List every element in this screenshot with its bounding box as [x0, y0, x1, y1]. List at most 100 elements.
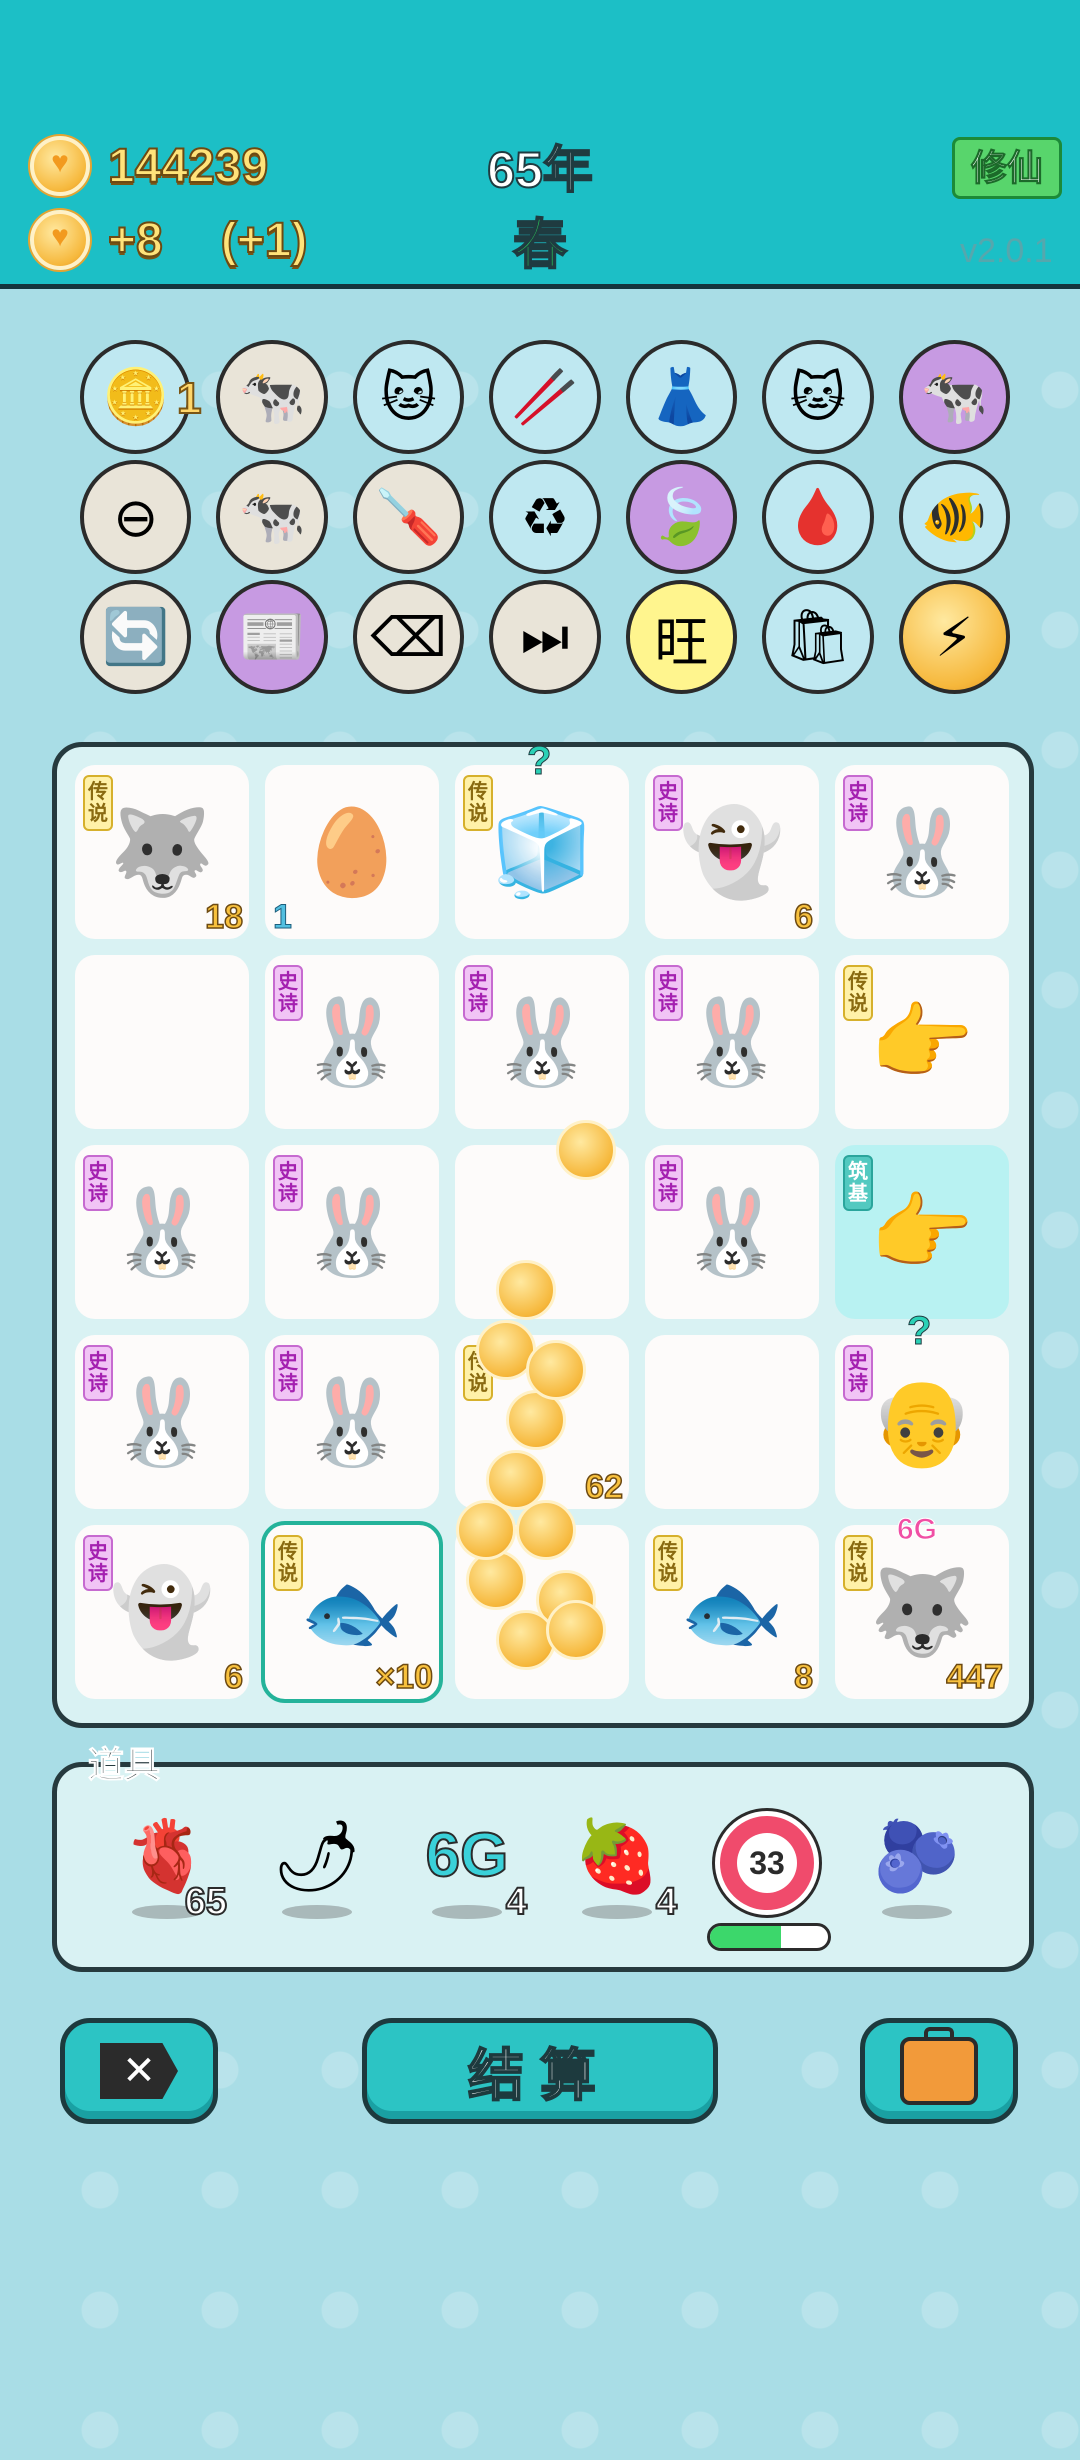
skill-wang-text-icon[interactable]: 旺 [625, 580, 738, 694]
prop-6g[interactable]: 6G 4 [407, 1811, 528, 1941]
board-cell-rabbit-house[interactable]: 🐰 史诗 [265, 1145, 439, 1319]
shadow [432, 1905, 502, 1919]
rarity-tag: 史诗 [273, 1155, 303, 1211]
skill-skirt-icon[interactable]: 👗 [625, 340, 738, 454]
skill-trash-bag-minus-icon[interactable]: 🛍 [762, 580, 874, 694]
delete-button[interactable]: ✕ [60, 2018, 218, 2124]
skill-refresh-icon[interactable]: 🔄 [80, 580, 192, 694]
koi-fish-icon: 🐟 [299, 1564, 405, 1659]
husky-king-icon: 🐺 [869, 1564, 975, 1659]
rarity-tag: 传说 [83, 775, 113, 831]
skill-leaf-icon[interactable]: 🍃 [625, 460, 738, 574]
skill-fish-tank-icon[interactable]: 🐠 [898, 460, 1010, 574]
board-cell-pointing-hand[interactable]: 👉 筑基 [835, 1145, 1009, 1319]
question-mark-icon: ? [526, 739, 552, 784]
prop-count: 65 [184, 1880, 228, 1924]
cat-icon: 🐱 [789, 367, 846, 428]
board-cell-husky-king[interactable]: 🐺 传说 18 [75, 765, 249, 939]
board-cell-koi-fish[interactable]: 🐟 传说 8 [645, 1525, 819, 1699]
board-cell-coin-item[interactable]: 传说 62 [455, 1335, 629, 1509]
board-cell-rabbit-house[interactable]: 🐰 史诗 [455, 955, 629, 1129]
board-cell-egg[interactable]: 🥚 1 [265, 765, 439, 939]
board-cell-ghost[interactable]: 👻 史诗 6 [75, 1525, 249, 1699]
skill-count: 1 [176, 373, 203, 424]
husky-king-icon: 🐺 [109, 804, 215, 899]
board-grid: 🐺 传说 18 🥚 1 🧊 传说? 👻 史诗 6 🐰 史诗 🐰 史诗 🐰 史诗 🐰 史诗 👉 传说 🐰 史诗 🐰 史诗 🐰 史诗 👉… [75, 739, 1009, 1703]
coin-rate: +8 [107, 213, 164, 268]
board-cell-fridge[interactable]: 🧊 传说? [455, 739, 629, 939]
skill-cat-icon[interactable]: 🐱 [762, 340, 874, 454]
board-cell-empty[interactable] [75, 955, 249, 1129]
skill-row: 🪙 1 🐄 🐱 🥢 👗 🐱 🐄 [80, 340, 1010, 454]
board-cell-husky-king[interactable]: 🐺 传说 447 6G [835, 1513, 1009, 1699]
board-cell-pointing-hand[interactable]: 👉 传说 [835, 955, 1009, 1129]
board-cell-rabbit-house[interactable]: 🐰 史诗 [645, 1145, 819, 1319]
item-count: 6 [793, 897, 813, 937]
board-cell-rabbit-house[interactable]: 🐰 史诗 [265, 1335, 439, 1509]
rarity-tag: 史诗 [843, 1345, 873, 1401]
minus-circle-icon: ⊖ [113, 487, 159, 548]
item-count: 1 [273, 898, 293, 937]
rabbit-house-icon: 🐰 [679, 1184, 785, 1279]
props-panel: 🫀 65 🌶 6G 4 🍓 4 33 🫐 [52, 1762, 1034, 1972]
skirt-icon: 👗 [647, 366, 716, 427]
skill-coin-heart-icon[interactable]: 🪙 1 [80, 340, 202, 454]
rabbit-house-king-icon: 🐰 [679, 994, 785, 1089]
blood-bag-icon: 🩸 [784, 486, 852, 547]
board-cell-old-man[interactable]: 👴 史诗? [835, 1309, 1009, 1509]
skill-cow-pair-icon[interactable]: 🐄 [898, 340, 1010, 454]
delete-icon: ✕ [100, 2043, 178, 2099]
inventory-button[interactable] [860, 2018, 1018, 2124]
skill-time-magazine-icon[interactable]: 📰 [216, 580, 328, 694]
settle-button[interactable]: 结算 [362, 2018, 718, 2124]
chili-icon: 🌶 [272, 1817, 362, 1895]
version-label: v2.0.1 [960, 232, 1053, 270]
prop-lychee[interactable]: 🍓 4 [557, 1811, 678, 1941]
board-cell-rabbit-house[interactable]: 🐰 史诗 [265, 955, 439, 1129]
fridge-icon: 🧊 [489, 804, 595, 899]
pointing-hand-icon: 👉 [869, 994, 975, 1089]
props-title: 道具 [87, 1744, 161, 1786]
skill-skip-icon[interactable]: ⏭ [489, 580, 601, 694]
prop-chili[interactable]: 🌶 [257, 1811, 377, 1941]
skill-screwdriver-icon[interactable]: 🪛 [352, 460, 465, 574]
trash-bag-recycle-icon: ♻ [520, 487, 570, 548]
board-cell-coin-burst[interactable] [455, 1525, 629, 1699]
skill-grid: 🪙 1 🐄 🐱 🥢 👗 🐱 🐄 ⊖ 🐄 🪛 ♻ 🍃 🩸 🐠 🔄 📰 ⌫ ⏭ 旺 🛍 ⚡ [80, 340, 1010, 700]
skill-trash-bag-recycle-icon[interactable]: ♻ [489, 460, 601, 574]
skill-chopsticks-icon[interactable]: 🥢 [489, 340, 601, 454]
rarity-tag: 传说 [843, 1535, 873, 1591]
top-bar: 144239 +8 (+1) 65年 春 修仙 v2.0.1 [0, 0, 1080, 289]
rarity-tag: 史诗 [843, 775, 873, 831]
coin-bonus: (+1) [220, 213, 309, 268]
cow-pair-icon: 🐄 [238, 486, 306, 547]
rarity-tag: 史诗 [83, 1345, 113, 1401]
board-cell-empty[interactable] [455, 1145, 629, 1319]
prop-blueberry[interactable]: 🫐 [857, 1811, 977, 1941]
skill-minus-circle-icon[interactable]: ⊖ [80, 460, 192, 574]
board-cell-ghost[interactable]: 👻 史诗 6 [645, 765, 819, 939]
board-cell-rabbit-house[interactable]: 🐰 史诗 [75, 1335, 249, 1509]
rarity-tag: 史诗 [463, 965, 493, 1021]
board-cell-rabbit-house[interactable]: 🐰 史诗 [75, 1145, 249, 1319]
rarity-tag: 史诗 [653, 965, 683, 1021]
board-cell-rabbit-house[interactable]: 🐰 史诗 [835, 765, 1009, 939]
skill-cow-pair-icon[interactable]: 🐄 [216, 460, 328, 574]
xiuxian-button[interactable]: 修仙 [952, 137, 1062, 199]
progress-bar [707, 1923, 831, 1951]
board-cell-rabbit-house-king[interactable]: 🐰 史诗 [645, 955, 819, 1129]
game-board: 🐺 传说 18 🥚 1 🧊 传说? 👻 史诗 6 🐰 史诗 🐰 史诗 🐰 史诗 🐰 史诗 👉 传说 🐰 史诗 🐰 史诗 🐰 史诗 👉… [52, 739, 1034, 1728]
skill-row: 🔄 📰 ⌫ ⏭ 旺 🛍 ⚡ [80, 580, 1010, 694]
skill-cat-icon[interactable]: 🐱 [352, 340, 465, 454]
board-cell-koi-fish[interactable]: 🐟 传说 ×10 [261, 1521, 443, 1703]
board-cell-empty[interactable] [645, 1335, 819, 1509]
skill-cow-pair-icon[interactable]: 🐄 [216, 340, 328, 454]
target-icon: 33 [715, 1811, 819, 1915]
skill-lightning-icon[interactable]: ⚡ [898, 580, 1010, 694]
cat-icon: 🐱 [380, 367, 437, 428]
item-count: 447 [946, 1657, 1004, 1697]
skill-blood-bag-icon[interactable]: 🩸 [762, 460, 874, 574]
prop-target[interactable]: 33 [707, 1811, 831, 1951]
skill-delete-key-icon[interactable]: ⌫ [352, 580, 465, 694]
prop-liver[interactable]: 🫀 65 [107, 1811, 228, 1941]
